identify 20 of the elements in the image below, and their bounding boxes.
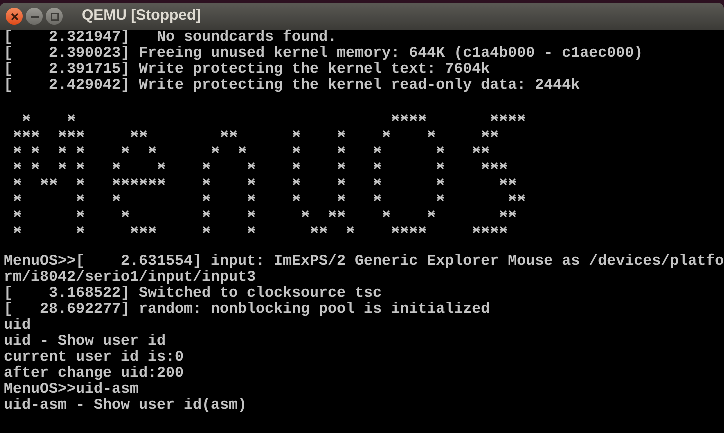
maximize-icon [50,12,58,20]
console-line: after change uid:200 [4,366,186,382]
minimize-button[interactable] [26,8,43,25]
close-button[interactable] [6,8,23,25]
console-line: [ 2.321947] No soundcards found. [4,30,338,46]
console-line: [ 3.168522] Switched to clocksource tsc [4,286,384,302]
console-line: uid [4,318,32,334]
console-line: rm/i8042/serio1/input/input3 [4,270,258,286]
close-icon [10,12,18,20]
minimize-icon [30,16,38,18]
console-line: [ 28.692277] random: nonblocking pool is initialized [4,302,492,318]
maximize-button[interactable] [46,8,63,25]
console-line: [ 2.429042] Write protecting the kernel read-only data: 2444k [4,78,582,94]
console-line: [ 2.391715] Write protecting the kernel text: 7604k [4,62,492,78]
console-line: uid-asm - Show user id(asm) [4,398,248,414]
console-line: [ 2.390023] Freeing unused kernel memory: 644K (c1a4b000 - c1aec000) [4,46,644,62]
console-line: uid - Show user id [4,334,168,350]
console-line: MenuOS>>uid-asm [4,382,140,398]
window-title: QEMU [Stopped] [82,6,202,26]
console-line: current user id is:0 [4,350,186,366]
